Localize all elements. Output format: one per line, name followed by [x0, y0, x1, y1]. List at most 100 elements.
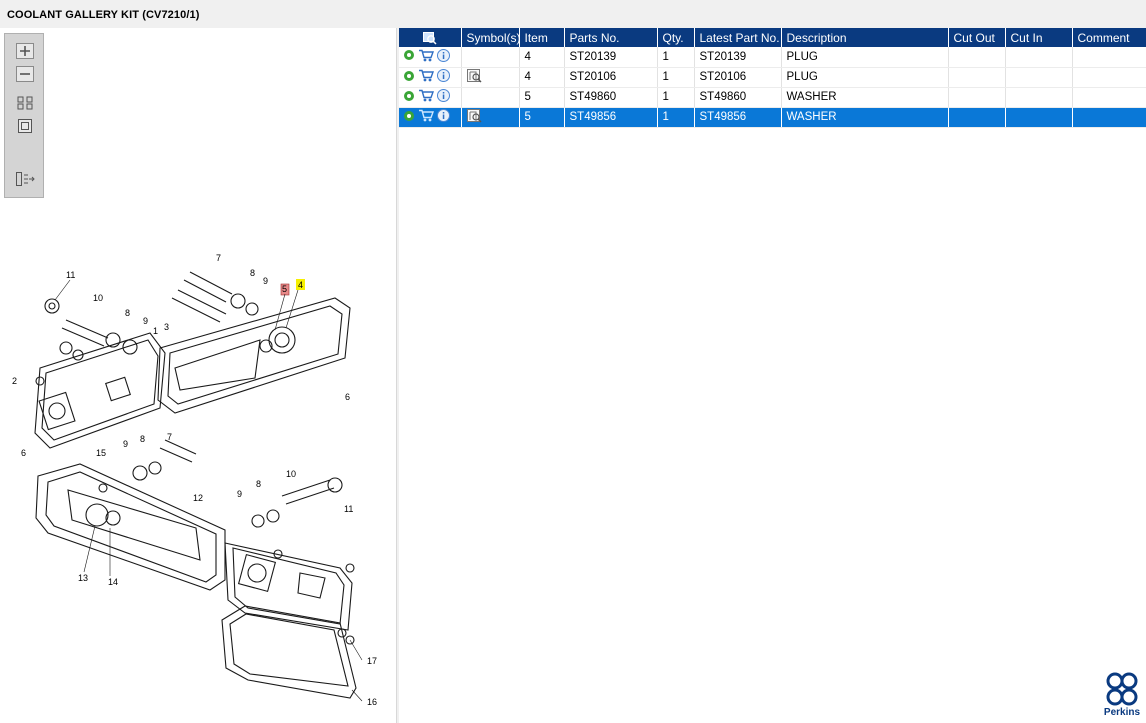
table-row[interactable]: 5 ST49860 1 ST49860 WASHER	[399, 87, 1146, 108]
callout-6[interactable]: 6	[21, 448, 26, 458]
gear-icon[interactable]	[403, 110, 415, 125]
fit-page-icon[interactable]	[14, 117, 35, 135]
preview-icon	[422, 31, 437, 45]
table-row[interactable]: 4 ST20106 1 ST20106 PLUG	[399, 67, 1146, 88]
gear-icon[interactable]	[403, 70, 415, 85]
callout-11[interactable]: 11	[66, 270, 75, 280]
callout-8[interactable]: 8	[140, 434, 145, 444]
parts-no-cell: ST20139	[564, 47, 658, 68]
cart-icon[interactable]	[418, 109, 434, 125]
callout-3[interactable]: 3	[164, 322, 169, 332]
title-bar: COOLANT GALLERY KIT (CV7210/1)	[0, 0, 1146, 28]
parts-no-cell: ST20106	[564, 67, 658, 88]
diagram-pane[interactable]: 11 10 8 9 7 8 9 5 4 1 3 2 6 6 15 9 8 7 1…	[0, 28, 397, 723]
cut-in-cell	[1005, 47, 1073, 68]
diagram-toolbox	[4, 33, 44, 198]
callout-5[interactable]: 5	[282, 284, 287, 294]
qty-cell: 1	[657, 47, 695, 68]
row-actions	[399, 67, 462, 88]
column-header-comment[interactable]: Comment	[1072, 28, 1146, 47]
comment-cell	[1072, 47, 1146, 68]
row-actions	[399, 87, 462, 108]
cut-out-cell	[948, 47, 1006, 68]
gear-icon[interactable]	[403, 90, 415, 105]
column-header-item[interactable]: Item	[519, 28, 565, 47]
toggle-list-icon[interactable]	[14, 170, 35, 188]
callout-10[interactable]: 10	[93, 293, 103, 303]
callout-9[interactable]: 9	[263, 276, 268, 286]
column-header-latest-part-no[interactable]: Latest Part No.	[694, 28, 782, 47]
callout-12[interactable]: 12	[193, 493, 203, 503]
symbols-cell	[461, 87, 520, 108]
row-actions	[399, 107, 462, 128]
callout-6[interactable]: 6	[345, 392, 350, 402]
callout-8[interactable]: 8	[125, 308, 130, 318]
item-cell: 4	[519, 47, 565, 68]
note-symbol-icon[interactable]	[466, 108, 483, 126]
comment-cell	[1072, 107, 1146, 128]
column-header-parts-no[interactable]: Parts No.	[564, 28, 658, 47]
cart-icon[interactable]	[418, 69, 434, 85]
fit-all-icon[interactable]	[14, 94, 35, 112]
callout-10[interactable]: 10	[286, 469, 296, 479]
callout-8[interactable]: 8	[256, 479, 261, 489]
callout-9[interactable]: 9	[123, 439, 128, 449]
info-icon[interactable]	[437, 89, 450, 105]
symbols-cell	[461, 47, 520, 68]
callout-4[interactable]: 4	[298, 280, 303, 290]
exploded-parts-diagram[interactable]: 11 10 8 9 7 8 9 5 4 1 3 2 6 6 15 9 8 7 1…	[0, 228, 395, 718]
parts-no-cell: ST49856	[564, 107, 658, 128]
cut-out-cell	[948, 87, 1006, 108]
latest-part-no-cell: ST49856	[694, 107, 782, 128]
latest-part-no-cell: ST20106	[694, 67, 782, 88]
symbols-cell	[461, 67, 520, 88]
symbols-cell	[461, 107, 520, 128]
cut-out-cell	[948, 67, 1006, 88]
qty-cell: 1	[657, 67, 695, 88]
perkins-logo-text: Perkins	[1103, 707, 1141, 718]
info-icon[interactable]	[437, 48, 450, 65]
window-title: COOLANT GALLERY KIT (CV7210/1)	[7, 9, 200, 21]
callout-7[interactable]: 7	[216, 253, 221, 263]
column-header-preview[interactable]	[399, 28, 462, 47]
gear-icon[interactable]	[403, 49, 415, 64]
zoom-in-icon[interactable]	[14, 42, 35, 60]
column-header-cut-out[interactable]: Cut Out	[948, 28, 1006, 47]
description-cell: WASHER	[781, 87, 949, 108]
callout-8[interactable]: 8	[250, 268, 255, 278]
column-header-qty[interactable]: Qty.	[657, 28, 695, 47]
cart-icon[interactable]	[418, 49, 434, 65]
callout-9[interactable]: 9	[143, 316, 148, 326]
info-icon[interactable]	[437, 109, 450, 125]
callout-16[interactable]: 16	[367, 697, 377, 707]
callout-1[interactable]: 1	[153, 326, 158, 336]
table-row[interactable]: 4 ST20139 1 ST20139 PLUG	[399, 47, 1146, 68]
callout-11[interactable]: 11	[344, 504, 353, 514]
callout-14[interactable]: 14	[108, 577, 118, 587]
cut-in-cell	[1005, 107, 1073, 128]
column-header-description[interactable]: Description	[781, 28, 949, 47]
parts-no-cell: ST49860	[564, 87, 658, 108]
info-icon[interactable]	[437, 69, 450, 85]
table-row[interactable]: 5 ST49856 1 ST49856 WASHER	[399, 107, 1146, 128]
cut-in-cell	[1005, 67, 1073, 88]
perkins-logo: Perkins	[1102, 672, 1142, 720]
description-cell: PLUG	[781, 67, 949, 88]
callout-15[interactable]: 15	[96, 448, 106, 458]
callout-7[interactable]: 7	[167, 432, 172, 442]
column-header-cut-in[interactable]: Cut In	[1005, 28, 1073, 47]
note-symbol-icon[interactable]	[466, 68, 483, 86]
description-cell: WASHER	[781, 107, 949, 128]
zoom-out-icon[interactable]	[14, 65, 35, 83]
latest-part-no-cell: ST49860	[694, 87, 782, 108]
item-cell: 5	[519, 87, 565, 108]
latest-part-no-cell: ST20139	[694, 47, 782, 68]
callout-17[interactable]: 17	[367, 656, 377, 666]
column-header-symbols[interactable]: Symbol(s)	[461, 28, 520, 47]
cart-icon[interactable]	[418, 89, 434, 105]
callout-2[interactable]: 2	[12, 376, 17, 386]
callout-13[interactable]: 13	[78, 573, 88, 583]
description-cell: PLUG	[781, 47, 949, 68]
cut-out-cell	[948, 107, 1006, 128]
callout-9[interactable]: 9	[237, 489, 242, 499]
